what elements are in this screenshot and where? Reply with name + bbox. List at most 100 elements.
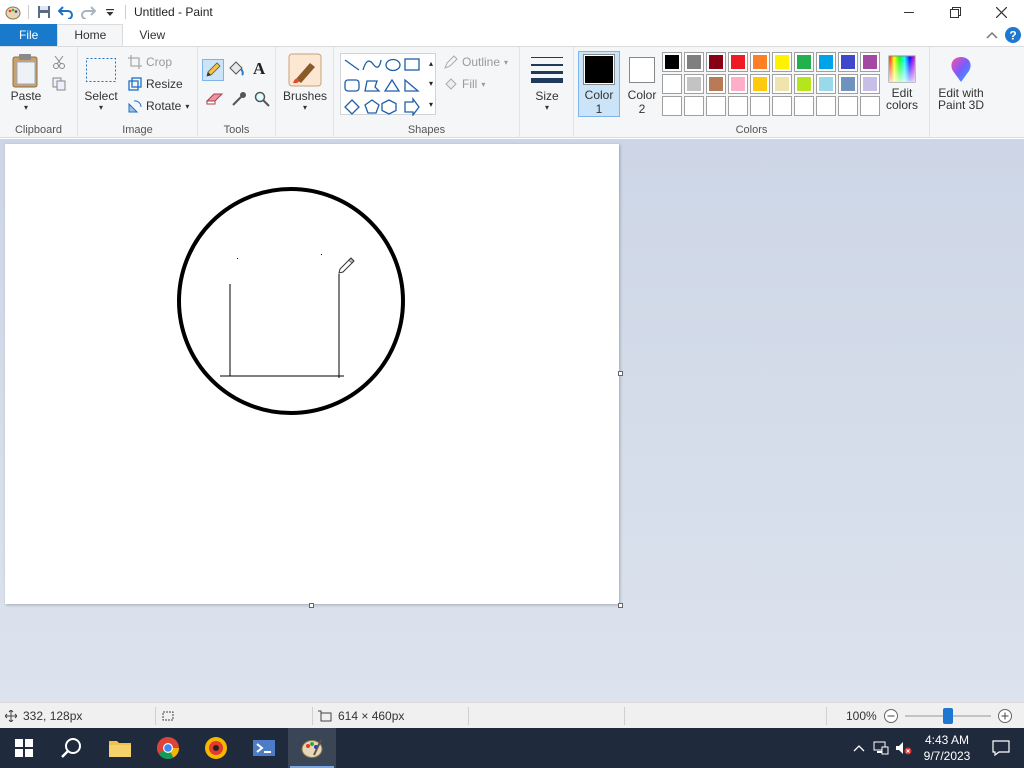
volume-muted-icon[interactable] [892, 741, 916, 755]
paint-app-icon[interactable] [2, 1, 24, 23]
rotate-dropdown-icon: ▾ [185, 101, 190, 111]
palette-swatch[interactable] [816, 74, 836, 94]
taskbar-app-terminal[interactable] [240, 728, 288, 768]
palette-swatch[interactable] [860, 52, 880, 72]
color1-button[interactable]: Color 1 [578, 51, 620, 117]
palette-swatch[interactable] [816, 96, 836, 116]
palette-swatch[interactable] [794, 96, 814, 116]
size-button[interactable]: Size ▾ [527, 55, 567, 112]
copy-icon[interactable] [52, 77, 66, 94]
resize-handle-right[interactable] [618, 371, 623, 376]
magnifier-tool-icon[interactable] [254, 91, 270, 110]
search-button[interactable] [48, 728, 96, 768]
edit-colors-icon [888, 55, 916, 83]
cursor-position: 332, 128px [5, 703, 82, 729]
color-picker-tool-icon[interactable] [231, 91, 247, 110]
minimize-button[interactable] [886, 0, 932, 24]
palette-swatch[interactable] [860, 74, 880, 94]
outline-button[interactable]: Outline ▾ [444, 55, 508, 69]
resize-handle-corner[interactable] [618, 603, 623, 608]
brushes-button[interactable]: Brushes ▾ [282, 53, 328, 112]
palette-swatch[interactable] [728, 74, 748, 94]
palette-swatch[interactable] [860, 96, 880, 116]
palette-swatch[interactable] [838, 74, 858, 94]
clock[interactable]: 4:43 AM 9/7/2023 [916, 732, 978, 764]
collapse-ribbon-icon[interactable] [986, 30, 998, 44]
palette-swatch[interactable] [794, 74, 814, 94]
save-icon[interactable] [33, 1, 55, 23]
palette-swatch[interactable] [750, 96, 770, 116]
palette-swatch[interactable] [794, 52, 814, 72]
tab-home[interactable]: Home [57, 24, 124, 46]
zoom-slider-thumb[interactable] [942, 708, 953, 724]
palette-swatch[interactable] [816, 52, 836, 72]
shapes-gallery[interactable] [340, 53, 436, 117]
shapes-scroll-up-icon[interactable]: ▴ [429, 59, 433, 68]
palette-swatch[interactable] [838, 96, 858, 116]
paste-button[interactable]: Paste ▾ [6, 53, 46, 112]
color2-label-line1: Color [627, 88, 657, 102]
tools-group: A Tools [198, 47, 276, 138]
status-bar: 332, 128px 614 × 460px 100% [0, 702, 1024, 728]
palette-swatch[interactable] [728, 52, 748, 72]
taskbar-paint[interactable] [288, 728, 336, 768]
zoom-slider[interactable] [904, 708, 991, 724]
palette-swatch[interactable] [662, 74, 682, 94]
palette-swatch[interactable] [662, 52, 682, 72]
palette-swatch[interactable] [772, 74, 792, 94]
brush-icon [288, 53, 322, 87]
tab-view[interactable]: View [123, 24, 181, 46]
edit-with-paint3d-button[interactable]: Edit with Paint 3D [932, 55, 990, 111]
taskbar-app-circle[interactable] [192, 728, 240, 768]
undo-icon[interactable] [55, 1, 77, 23]
pencil-tool-button[interactable] [202, 59, 224, 81]
shapes-scroll-down-icon[interactable]: ▾ [429, 79, 433, 88]
color2-button[interactable]: Color 2 [622, 57, 662, 116]
palette-swatch[interactable] [684, 52, 704, 72]
eraser-tool-icon[interactable] [205, 91, 224, 108]
text-tool-icon[interactable]: A [253, 59, 265, 79]
customize-qat-icon[interactable] [99, 1, 121, 23]
resize-label: Resize [146, 77, 183, 91]
palette-swatch[interactable] [684, 96, 704, 116]
palette-swatch[interactable] [684, 74, 704, 94]
shapes-scroll[interactable]: ▴ ▾ ▾ [426, 53, 436, 115]
crop-button[interactable]: Crop [128, 55, 172, 69]
palette-swatch[interactable] [706, 74, 726, 94]
start-button[interactable] [0, 728, 48, 768]
palette-swatch[interactable] [750, 52, 770, 72]
select-button[interactable]: Select ▾ [84, 57, 118, 112]
search-icon [61, 738, 81, 758]
shapes-more-icon[interactable]: ▾ [429, 100, 433, 109]
palette-swatch[interactable] [706, 52, 726, 72]
taskbar-file-explorer[interactable] [96, 728, 144, 768]
taskbar-chrome[interactable] [144, 728, 192, 768]
help-icon[interactable]: ? [1004, 26, 1022, 47]
palette-swatch[interactable] [662, 96, 682, 116]
palette-swatch[interactable] [772, 52, 792, 72]
paint3d-icon [951, 57, 971, 82]
palette-swatch[interactable] [838, 52, 858, 72]
palette-swatch[interactable] [772, 96, 792, 116]
notifications-icon[interactable] [978, 740, 1024, 756]
cut-icon[interactable] [52, 55, 66, 72]
fill-tool-icon[interactable] [227, 60, 245, 81]
palette-swatch[interactable] [706, 96, 726, 116]
rotate-button[interactable]: Rotate ▾ [128, 99, 189, 113]
resize-button[interactable]: Resize [128, 77, 183, 91]
show-hidden-icons-icon[interactable] [848, 744, 870, 752]
network-icon[interactable] [870, 741, 892, 755]
fill-button[interactable]: Fill ▾ [444, 77, 485, 91]
zoom-out-icon[interactable] [883, 708, 899, 724]
drawing-canvas[interactable] [5, 144, 619, 604]
paint3d-group: Edit with Paint 3D [930, 47, 990, 138]
restore-button[interactable] [932, 0, 978, 24]
redo-icon[interactable] [77, 1, 99, 23]
edit-colors-button[interactable]: Edit colors [882, 55, 922, 111]
palette-swatch[interactable] [750, 74, 770, 94]
zoom-in-icon[interactable] [997, 708, 1013, 724]
palette-swatch[interactable] [728, 96, 748, 116]
resize-handle-bottom[interactable] [309, 603, 314, 608]
close-button[interactable] [978, 0, 1024, 24]
tab-file[interactable]: File [0, 24, 58, 46]
